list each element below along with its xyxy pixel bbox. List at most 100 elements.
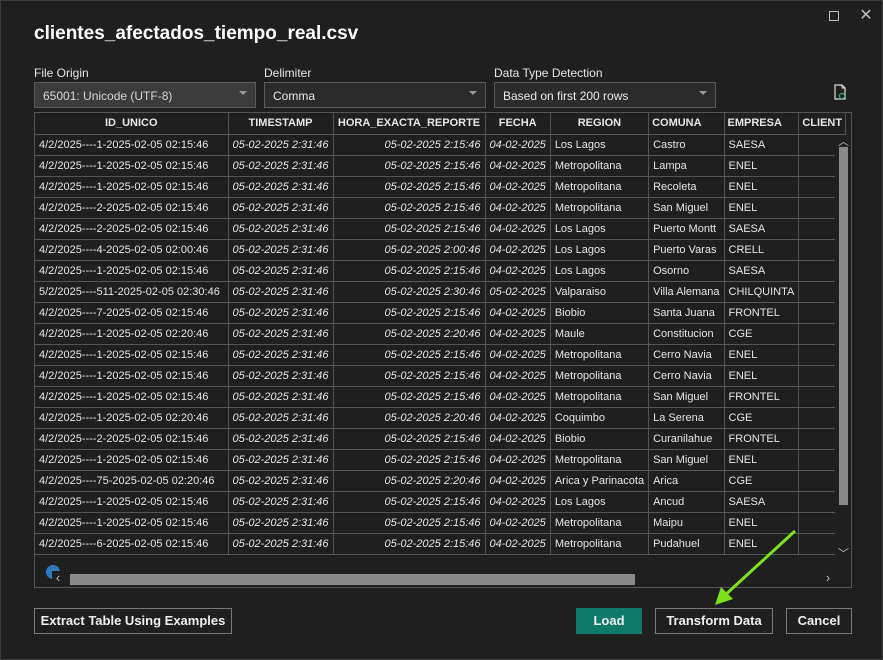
- delimiter-label: Delimiter: [264, 66, 312, 80]
- table-cell: 05-02-2025 2:31:46: [228, 512, 334, 534]
- table-cell: 4/2/2025----1-2025-02-05 02:15:46: [35, 260, 229, 282]
- column-header[interactable]: COMUNA: [648, 113, 725, 135]
- scroll-left-icon[interactable]: ‹: [52, 571, 64, 585]
- refresh-file-icon[interactable]: [834, 84, 846, 100]
- extract-table-button[interactable]: Extract Table Using Examples: [34, 608, 232, 634]
- table-cell: 04-02-2025: [485, 344, 551, 366]
- table-cell: 04-02-2025: [485, 449, 551, 471]
- table-cell: FRONTEL: [724, 428, 800, 450]
- table-cell: 05-02-2025 2:15:46: [333, 155, 486, 177]
- scroll-up-icon[interactable]: ︿: [838, 137, 849, 148]
- table-cell: 05-02-2025 2:31:46: [228, 407, 334, 429]
- table-cell: 4/2/2025----1-2025-02-05 02:15:46: [35, 344, 229, 366]
- table-cell: 04-02-2025: [485, 218, 551, 240]
- table-cell: San Miguel: [648, 197, 725, 219]
- table-cell: Metropolitana: [550, 197, 650, 219]
- table-row: 4/2/2025----75-2025-02-05 02:20:46 05-02-…: [35, 470, 847, 492]
- table-cell: 04-02-2025: [485, 323, 551, 345]
- table-cell: 4/2/2025----1-2025-02-05 02:20:46: [35, 323, 229, 345]
- table-cell: 04-02-2025: [485, 428, 551, 450]
- table-cell: 4/2/2025----7-2025-02-05 02:15:46: [35, 302, 229, 324]
- table-cell: 05-02-2025 2:31:46: [228, 428, 334, 450]
- table-row: 4/2/2025----2-2025-02-05 02:15:46 05-02-2…: [35, 218, 847, 240]
- table-cell: 04-02-2025: [485, 239, 551, 261]
- cancel-button[interactable]: Cancel: [786, 608, 852, 634]
- close-icon[interactable]: ✕: [857, 7, 875, 25]
- table-cell: Curanilahue: [648, 428, 725, 450]
- scroll-right-icon[interactable]: ›: [822, 571, 834, 585]
- table-cell: 04-02-2025: [485, 365, 551, 387]
- table-cell: Lampa: [648, 155, 725, 177]
- table-cell: 05-02-2025 2:31:46: [228, 533, 334, 555]
- table-row: 4/2/2025----1-2025-02-05 02:15:46 05-02-2…: [35, 449, 847, 471]
- table-cell: 04-02-2025: [485, 386, 551, 408]
- table-cell: ENEL: [724, 197, 800, 219]
- column-header[interactable]: ID_UNICO: [35, 113, 229, 135]
- delimiter-select[interactable]: Comma: [264, 82, 486, 108]
- table-cell: ENEL: [724, 449, 800, 471]
- table-cell: 4/2/2025----1-2025-02-05 02:15:46: [35, 176, 229, 198]
- table-cell: Los Lagos: [550, 134, 650, 156]
- maximize-icon[interactable]: [825, 7, 843, 25]
- table-cell: Metropolitana: [550, 344, 650, 366]
- table-cell: 05-02-2025 2:20:46: [333, 323, 486, 345]
- scroll-down-icon[interactable]: ﹀: [838, 549, 849, 560]
- table-cell: Coquimbo: [550, 407, 650, 429]
- table-cell: Maule: [550, 323, 650, 345]
- detection-label: Data Type Detection: [494, 66, 603, 80]
- annotation-arrow: [715, 529, 797, 605]
- table-cell: 4/2/2025----1-2025-02-05 02:15:46: [35, 365, 229, 387]
- transform-data-button[interactable]: Transform Data: [655, 608, 773, 634]
- table-cell: ENEL: [724, 155, 800, 177]
- column-header[interactable]: HORA_EXACTA_REPORTE: [333, 113, 486, 135]
- table-row: 4/2/2025----4-2025-02-05 02:00:46 05-02-2…: [35, 239, 847, 261]
- horizontal-scroll-thumb[interactable]: [70, 574, 635, 585]
- vertical-scroll-thumb[interactable]: [839, 147, 848, 505]
- column-header[interactable]: CLIENT: [798, 113, 847, 135]
- table-cell: 05-02-2025 2:15:46: [333, 512, 486, 534]
- table-cell: 04-02-2025: [485, 155, 551, 177]
- table-cell: 04-02-2025: [485, 197, 551, 219]
- table-cell: Los Lagos: [550, 218, 650, 240]
- table-cell: Constitucion: [648, 323, 725, 345]
- vertical-scrollbar[interactable]: ︿ ﹀: [835, 135, 851, 565]
- chevron-down-icon: [469, 91, 477, 95]
- table-cell: Metropolitana: [550, 449, 650, 471]
- load-button[interactable]: Load: [576, 608, 642, 634]
- table-cell: CGE: [724, 407, 800, 429]
- column-header[interactable]: EMPRESA: [724, 113, 800, 135]
- column-header[interactable]: FECHA: [485, 113, 551, 135]
- table-row: 4/2/2025----2-2025-02-05 02:15:46 05-02-2…: [35, 197, 847, 219]
- table-cell: Puerto Varas: [648, 239, 725, 261]
- table-cell: 4/2/2025----75-2025-02-05 02:20:46: [35, 470, 229, 492]
- table-cell: 05-02-2025 2:15:46: [333, 491, 486, 513]
- table-cell: CRELL: [724, 239, 800, 261]
- table-cell: 4/2/2025----2-2025-02-05 02:15:46: [35, 197, 229, 219]
- table-cell: 4/2/2025----1-2025-02-05 02:15:46: [35, 491, 229, 513]
- table-row: 4/2/2025----1-2025-02-05 02:15:46 05-02-2…: [35, 134, 847, 156]
- table-cell: 4/2/2025----1-2025-02-05 02:15:46: [35, 155, 229, 177]
- table-cell: 05-02-2025 2:31:46: [228, 365, 334, 387]
- table-row: 4/2/2025----1-2025-02-05 02:15:46 05-02-2…: [35, 386, 847, 408]
- table-cell: Castro: [648, 134, 725, 156]
- table-row: 4/2/2025----1-2025-02-05 02:15:46 05-02-2…: [35, 176, 847, 198]
- table-cell: 05-02-2025 2:31:46: [228, 449, 334, 471]
- table-cell: 05-02-2025 2:15:46: [333, 365, 486, 387]
- file-origin-select[interactable]: 65001: Unicode (UTF-8): [34, 82, 256, 108]
- table-cell: CGE: [724, 470, 800, 492]
- table-cell: 05-02-2025 2:31:46: [228, 218, 334, 240]
- table-cell: 4/2/2025----1-2025-02-05 02:15:46: [35, 449, 229, 471]
- column-header[interactable]: TIMESTAMP: [228, 113, 334, 135]
- table-cell: Cerro Navia: [648, 344, 725, 366]
- table-cell: Santa Juana: [648, 302, 725, 324]
- detection-value: Based on first 200 rows: [503, 89, 629, 103]
- detection-select[interactable]: Based on first 200 rows: [494, 82, 716, 108]
- table-cell: ENEL: [724, 176, 800, 198]
- table-header-row: ID_UNICO TIMESTAMP HORA_EXACTA_REPORTE F…: [35, 113, 847, 135]
- table-cell: 04-02-2025: [485, 176, 551, 198]
- table-cell: Arica y Parinacota: [550, 470, 650, 492]
- table-cell: Valparaiso: [550, 281, 650, 303]
- table-cell: 05-02-2025 2:31:46: [228, 260, 334, 282]
- column-header[interactable]: REGION: [550, 113, 650, 135]
- table-cell: 04-02-2025: [485, 407, 551, 429]
